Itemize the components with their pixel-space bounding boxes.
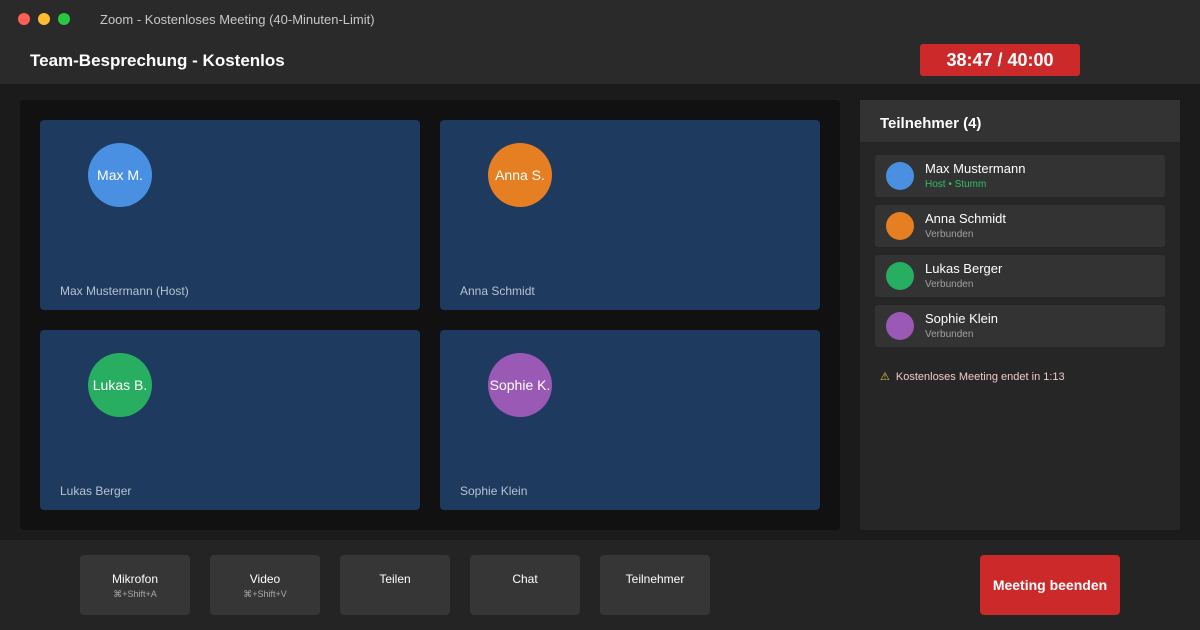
avatar: Anna S. <box>488 143 552 207</box>
button-label: Teilnehmer <box>625 572 685 586</box>
title-bar: Zoom - Kostenloses Meeting (40-Minuten-L… <box>0 0 1200 38</box>
avatar <box>886 312 914 340</box>
participants-panel-title: Teilnehmer (4) <box>880 115 982 132</box>
meeting-timer: 38:47 / 40:00 <box>920 44 1080 76</box>
video-tile[interactable]: Lukas B. Lukas Berger <box>40 330 420 510</box>
participant-status: Verbunden <box>925 329 974 340</box>
video-button[interactable]: Video ⌘+Shift+V <box>210 555 320 615</box>
participant-name: Lukas Berger <box>925 261 1003 276</box>
microphone-button[interactable]: Mikrofon ⌘+Shift+A <box>80 555 190 615</box>
warning-text: Kostenloses Meeting endet in 1:13 <box>895 371 1065 383</box>
zoom-window: Zoom - Kostenloses Meeting (40-Minuten-L… <box>0 0 1200 630</box>
avatar: Lukas B. <box>88 353 152 417</box>
avatar <box>886 212 914 240</box>
participants-panel-header: Teilnehmer (4) <box>860 100 1180 142</box>
participants-panel: Teilnehmer (4) Max Mustermann Host • Stu… <box>860 100 1180 530</box>
participant-name: Sophie Klein <box>925 311 998 326</box>
button-shortcut: ⌘+Shift+A <box>113 589 157 599</box>
minimize-window-button[interactable] <box>38 13 50 25</box>
warning-icon: ⚠ <box>880 371 890 383</box>
tile-participant-name: Max Mustermann (Host) <box>60 284 189 298</box>
tile-participant-name: Anna Schmidt <box>460 284 535 298</box>
chat-button[interactable]: Chat <box>470 555 580 615</box>
meeting-title: Team-Besprechung - Kostenlos <box>30 51 285 70</box>
participant-status: Verbunden <box>925 279 974 290</box>
participant-status: Host • Stumm <box>925 179 987 190</box>
tile-participant-name: Lukas Berger <box>60 484 132 498</box>
button-label: Teilen <box>379 572 411 586</box>
time-limit-warning: ⚠ Kostenloses Meeting endet in 1:13 <box>880 370 1065 383</box>
avatar: Sophie K. <box>488 353 552 417</box>
timer-elapsed: 38:47 <box>946 49 993 70</box>
end-meeting-button[interactable]: Meeting beenden <box>980 555 1120 615</box>
avatar <box>886 262 914 290</box>
video-tile[interactable]: Sophie K. Sophie Klein <box>440 330 820 510</box>
participant-status: Verbunden <box>925 229 974 240</box>
window-title: Zoom - Kostenloses Meeting (40-Minuten-L… <box>100 12 375 27</box>
participant-item[interactable]: Lukas Berger Verbunden <box>875 255 1165 297</box>
timer-limit: 40:00 <box>1007 49 1054 70</box>
tile-participant-name: Sophie Klein <box>460 484 528 498</box>
meeting-toolbar: Mikrofon ⌘+Shift+A Video ⌘+Shift+V Teile… <box>0 540 1200 630</box>
participants-button[interactable]: Teilnehmer <box>600 555 710 615</box>
avatar: Max M. <box>88 143 152 207</box>
share-button[interactable]: Teilen <box>340 555 450 615</box>
participant-item[interactable]: Sophie Klein Verbunden <box>875 305 1165 347</box>
video-grid: Max M. Max Mustermann (Host) Anna S. Ann… <box>20 100 840 530</box>
video-tile[interactable]: Max M. Max Mustermann (Host) <box>40 120 420 310</box>
meeting-header: Team-Besprechung - Kostenlos 38:47 / 40:… <box>0 38 1200 84</box>
maximize-window-button[interactable] <box>58 13 70 25</box>
participant-item[interactable]: Anna Schmidt Verbunden <box>875 205 1165 247</box>
avatar <box>886 162 914 190</box>
button-label: Chat <box>512 572 538 586</box>
button-label: Mikrofon <box>111 572 158 586</box>
button-shortcut: ⌘+Shift+V <box>243 589 287 599</box>
button-label: Video <box>249 572 281 586</box>
participant-name: Max Mustermann <box>925 161 1026 176</box>
close-window-button[interactable] <box>18 13 30 25</box>
timer-separator: / <box>992 49 1008 70</box>
participant-name: Anna Schmidt <box>925 211 1006 226</box>
video-tile[interactable]: Anna S. Anna Schmidt <box>440 120 820 310</box>
participant-item[interactable]: Max Mustermann Host • Stumm <box>875 155 1165 197</box>
